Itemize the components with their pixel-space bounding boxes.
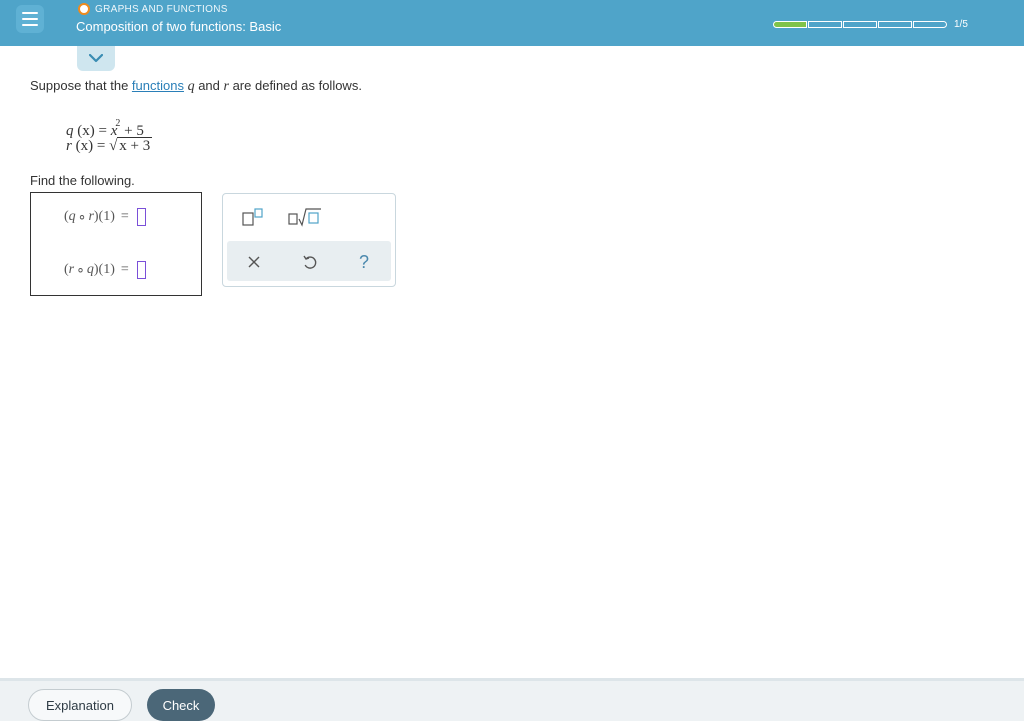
progress-segment (878, 21, 912, 28)
chevron-down-icon (89, 54, 103, 63)
equals-sign: = (120, 209, 129, 224)
answer-2-arg: 1 (103, 262, 111, 277)
undo-button[interactable] (298, 251, 320, 273)
function-definitions: q (x) = x2 + 5 r (x) = √ x + 3 (66, 112, 153, 158)
var-q: q (187, 79, 195, 94)
progress-label: 1/5 (954, 19, 968, 30)
topic-label: GRAPHS AND FUNCTIONS (95, 3, 228, 15)
sqrt-button[interactable] (287, 206, 323, 228)
paren-close2: ) (110, 262, 115, 277)
undo-icon (303, 255, 317, 269)
equals-sign: = (120, 262, 129, 277)
intro-text-mid: and (194, 78, 224, 93)
topic-status-icon (78, 3, 90, 15)
answer-row-r-of-q: (r ∘ q)(1) = (64, 258, 146, 282)
answer-1-outer: q (68, 209, 76, 224)
progress-segment (843, 21, 877, 28)
def-r-radicand: x + 3 (117, 137, 153, 154)
def-r-arg: (x) (75, 138, 94, 154)
definition-r: r (x) = √ x + 3 (66, 135, 153, 158)
top-header: GRAPHS AND FUNCTIONS Composition of two … (0, 0, 1024, 46)
menu-icon-bar (22, 18, 38, 20)
menu-button[interactable] (16, 5, 44, 33)
paren-close: )( (93, 262, 104, 277)
progress-segment (808, 21, 842, 28)
explanation-button[interactable]: Explanation (28, 689, 132, 721)
answer-1-arg: 1 (103, 209, 111, 224)
answer-2-inner: q (86, 262, 94, 277)
answer-input-r-of-q[interactable] (136, 261, 146, 279)
progress-segment (773, 21, 807, 28)
functions-link[interactable]: functions (132, 78, 184, 93)
topic-row: GRAPHS AND FUNCTIONS (78, 3, 228, 15)
progress-bar: 1/5 (773, 19, 968, 30)
intro-text-end: are defined as follows. (228, 78, 362, 93)
answer-input-q-of-r[interactable] (136, 208, 146, 226)
paren-close: )( (93, 209, 104, 224)
find-instruction: Find the following. (30, 173, 135, 188)
problem-intro: Suppose that the functions q and r are d… (30, 78, 362, 95)
menu-icon (22, 12, 38, 14)
math-toolbox: ? (222, 193, 396, 287)
answer-row-q-of-r: (q ∘ r)(1) = (64, 205, 146, 229)
menu-icon-bar (22, 24, 38, 26)
paren-close2: ) (110, 209, 115, 224)
exponent-icon (242, 208, 263, 226)
definition-q: q (x) = x2 + 5 (66, 112, 152, 139)
check-button[interactable]: Check (147, 689, 215, 721)
intro-text: Suppose that the (30, 78, 132, 93)
def-r-name: r (66, 138, 72, 154)
sqrt-icon (288, 208, 321, 227)
answer-2-outer: r (68, 262, 75, 277)
help-button[interactable]: ? (353, 251, 375, 273)
progress-segment (913, 21, 947, 28)
clear-icon (248, 256, 260, 268)
collapse-header-button[interactable] (77, 46, 115, 71)
exponent-button[interactable] (239, 206, 267, 228)
help-icon: ? (358, 251, 369, 272)
clear-button[interactable] (243, 251, 265, 273)
compose-symbol: ∘ (76, 262, 85, 278)
def-r-eq: = (93, 138, 110, 154)
lesson-title: Composition of two functions: Basic (76, 19, 282, 34)
compose-symbol: ∘ (77, 209, 87, 225)
